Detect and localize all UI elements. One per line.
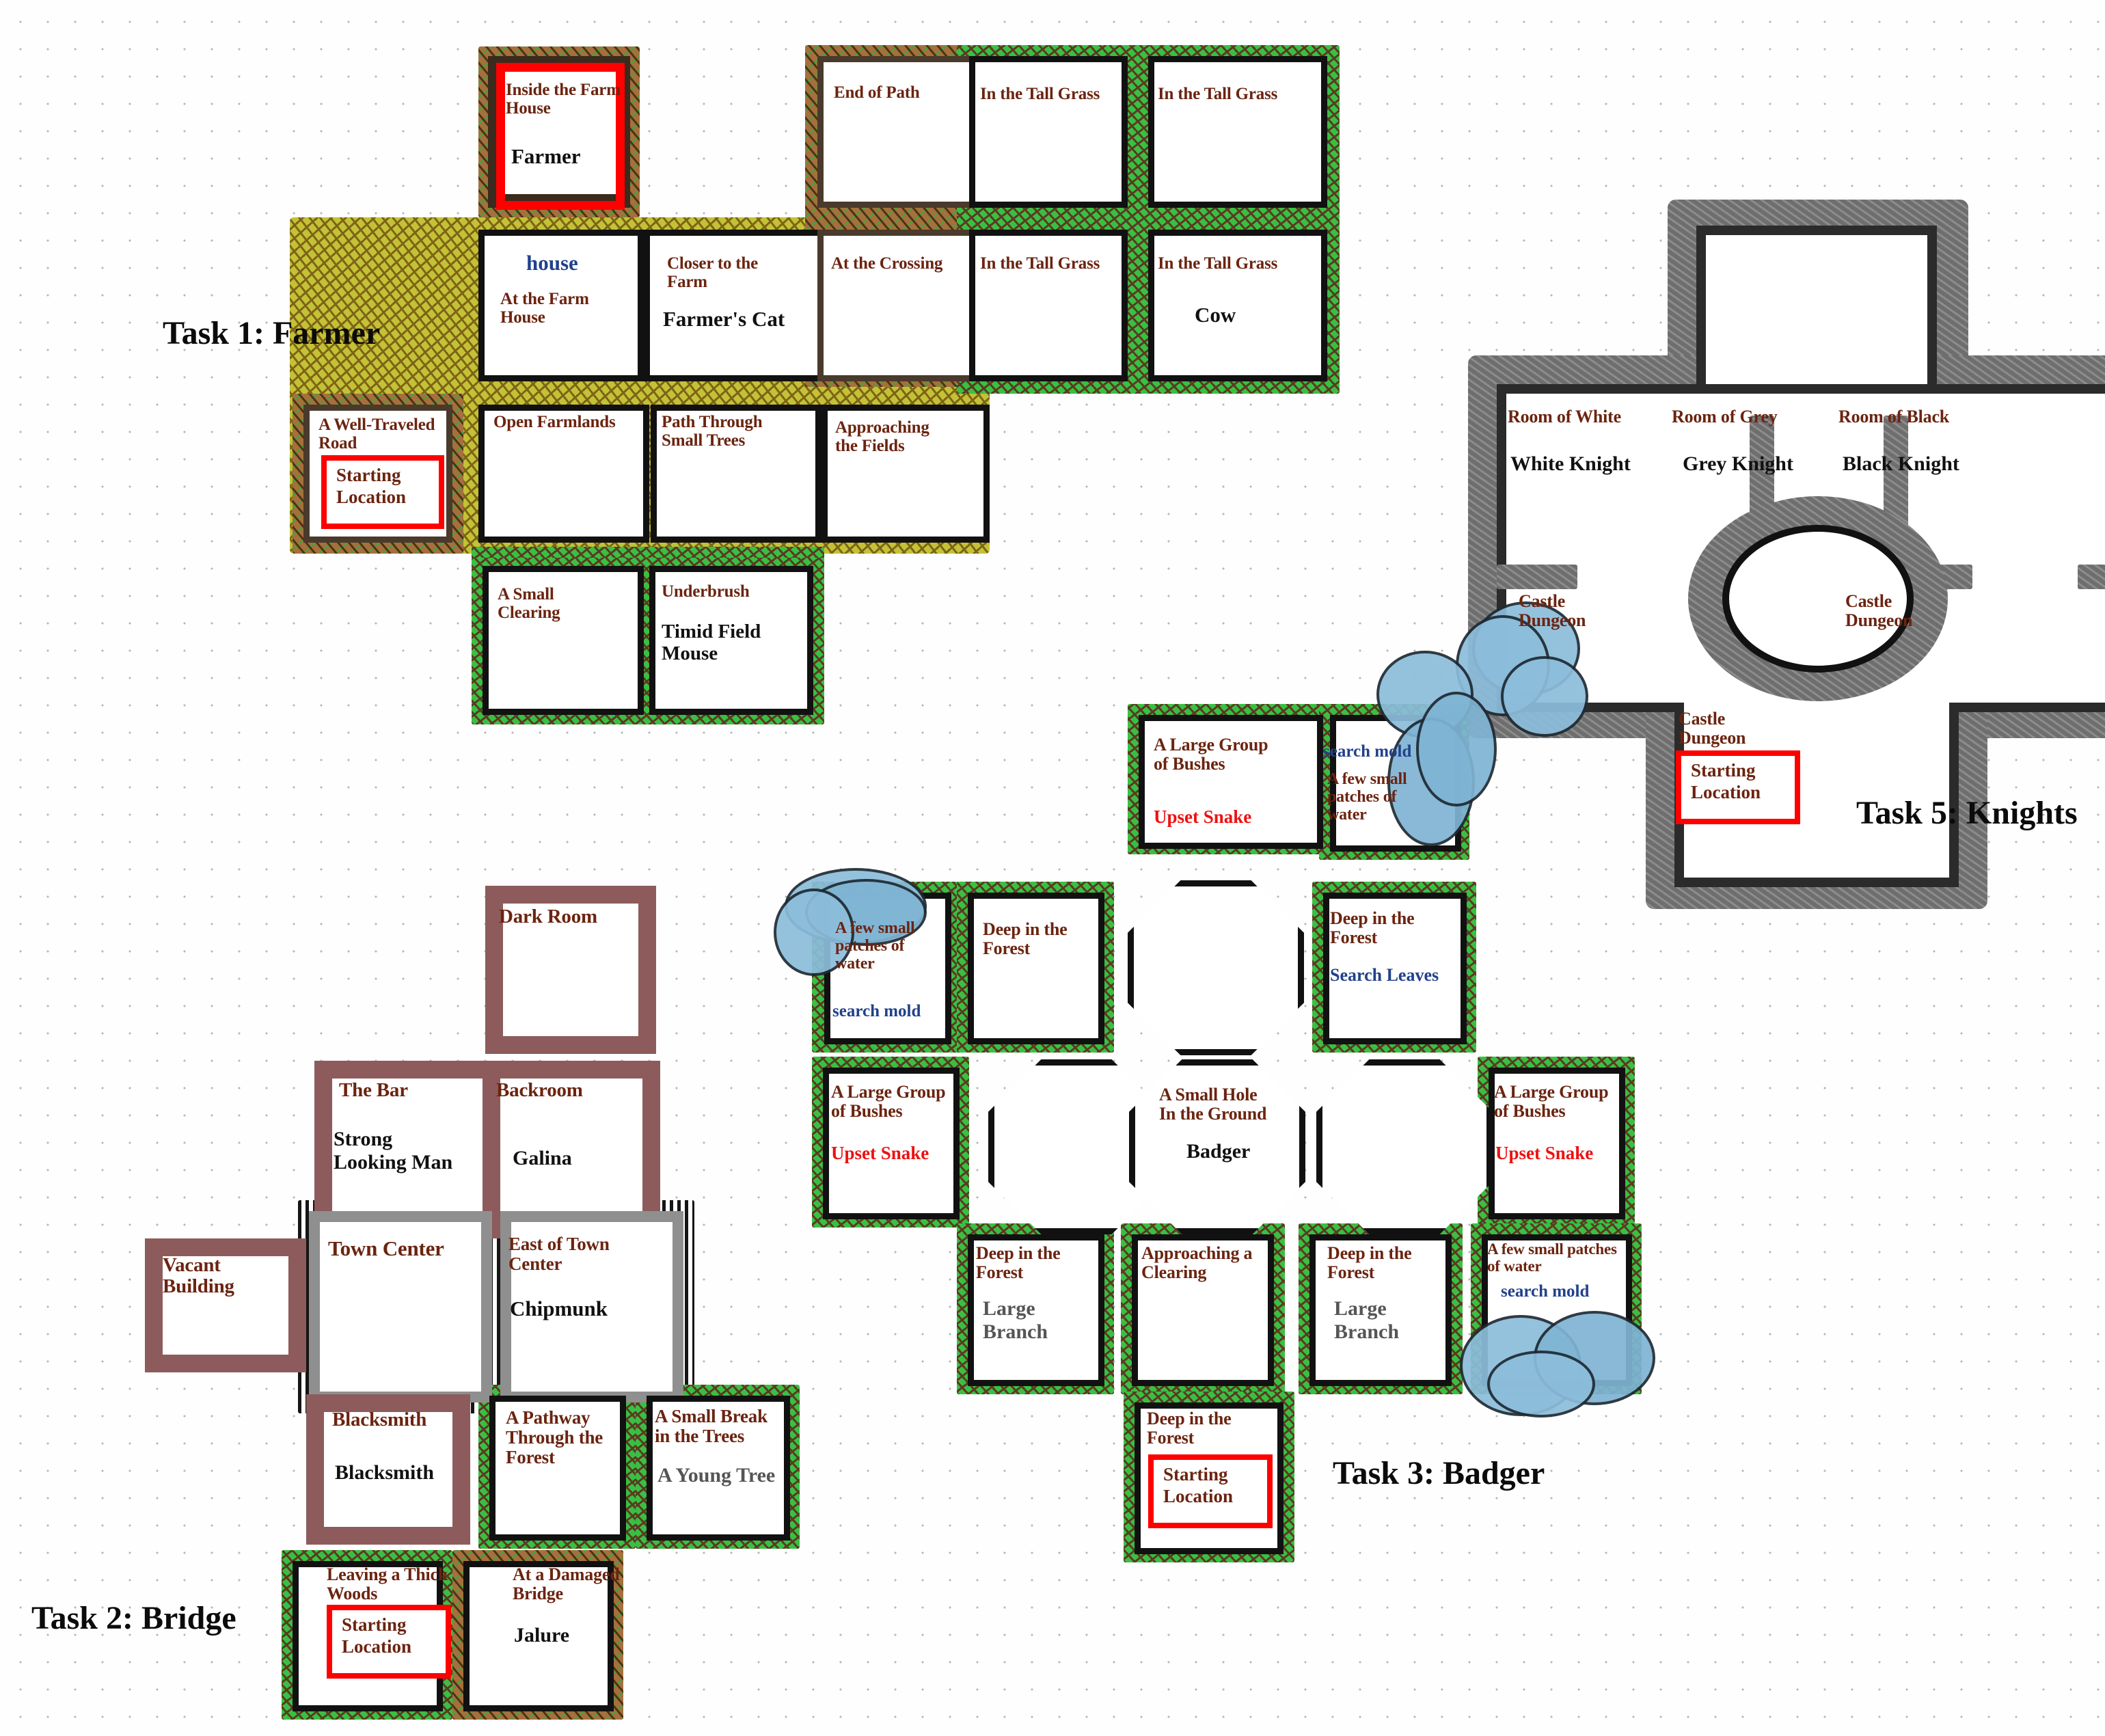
action-search-leaves[interactable]: Search Leaves <box>1330 965 1439 985</box>
water-t3-br-3 <box>1487 1351 1595 1418</box>
npc-large-branch-2: Large Branch <box>1334 1297 1400 1343</box>
room-label-room-of-black: Room of Black <box>1838 407 1950 426</box>
room-label-castle-dungeon-right: Castle Dungeon <box>1845 591 1913 631</box>
npc-upset-snake-right: Upset Snake <box>1495 1143 1594 1163</box>
action-house[interactable]: house <box>526 251 578 275</box>
task-title-farmer: Task 1: Farmer <box>163 315 381 351</box>
room-label-castle-dungeon-left: Castle Dungeon <box>1519 591 1586 631</box>
room-label-dark-room: Dark Room <box>499 906 597 927</box>
starting-location-task3: Starting Location <box>1148 1454 1273 1528</box>
room-label-a-small-clearing: A Small Clearing <box>498 585 560 622</box>
water-t3-top-3 <box>1416 692 1497 806</box>
room-label-at-a-damaged-bridge: At a Damaged Bridge <box>513 1564 620 1604</box>
room-label-deep-in-the-forest-1: Deep in the Forest <box>983 919 1068 959</box>
action-search-mold-right[interactable]: search mold <box>1501 1282 1589 1301</box>
room-label-path-through-small-trees: Path Through Small Trees <box>662 413 763 450</box>
room-label-at-the-crossing: At the Crossing <box>831 254 943 273</box>
room-label-water-patches-left: A few small patches of water <box>835 919 915 973</box>
npc-farmer: Farmer <box>511 144 581 168</box>
npc-badger: Badger <box>1186 1140 1251 1163</box>
action-search-mold-left[interactable]: search mold <box>832 1002 921 1021</box>
npc-upset-snake-top: Upset Snake <box>1154 806 1252 827</box>
room-label-inside-the-farm-house: Inside the Farm House <box>506 81 621 118</box>
room-label-water-patches-right: A few small patches of water <box>1487 1240 1617 1275</box>
room-label-in-the-tall-grass-1: In the Tall Grass <box>980 85 1100 103</box>
room-label-a-small-break-in-the-trees: A Small Break in the Trees <box>655 1406 768 1447</box>
room-label-deep-in-the-forest-4: Deep in the Forest <box>1327 1243 1412 1283</box>
room-label-leaving-a-thick-woods: Leaving a Thick Woods <box>327 1564 448 1604</box>
room-label-underbrush: Underbrush <box>662 582 750 601</box>
starting-location-task2: Starting Location <box>327 1605 451 1679</box>
npc-black-knight: Black Knight <box>1843 452 1959 475</box>
room-label-blacksmith: Blacksmith <box>332 1409 427 1430</box>
room-label-in-the-tall-grass-4: In the Tall Grass <box>1158 254 1278 273</box>
room-label-room-of-grey: Room of Grey <box>1672 407 1778 426</box>
water-castle-3 <box>1501 656 1588 737</box>
room-label-a-small-hole-in-the-ground: A Small Hole In the Ground <box>1159 1085 1267 1124</box>
room-label-room-of-white: Room of White <box>1508 407 1621 426</box>
room-label-in-the-tall-grass-2: In the Tall Grass <box>1158 85 1278 103</box>
room-in-the-tall-grass-2[interactable] <box>1148 56 1327 208</box>
room-label-bushes-right: A Large Group of Bushes <box>1494 1082 1609 1122</box>
starting-location-task5: Starting Location <box>1676 750 1800 824</box>
starting-location-task1: Starting Location <box>321 455 444 529</box>
room-label-a-well-traveled-road: A Well-Traveled Road <box>318 416 435 452</box>
room-label-east-of-town-center: East of Town Center <box>508 1234 610 1275</box>
room-label-open-farmlands: Open Farmlands <box>493 413 616 431</box>
npc-jalure: Jalure <box>514 1624 570 1646</box>
task-title-badger: Task 3: Badger <box>1333 1455 1545 1491</box>
room-label-backroom: Backroom <box>496 1079 583 1101</box>
room-label-end-of-path: End of Path <box>834 83 920 102</box>
room-label-in-the-tall-grass-3: In the Tall Grass <box>980 254 1100 273</box>
room-label-town-center: Town Center <box>328 1236 444 1260</box>
npc-grey-knight: Grey Knight <box>1683 452 1793 475</box>
room-label-vacant-building: Vacant Building <box>163 1254 234 1298</box>
wall-divider-right <box>2078 565 2105 589</box>
room-label-closer-to-the-farm: Closer to the Farm <box>667 254 759 291</box>
room-label-the-bar: The Bar <box>339 1079 408 1101</box>
action-search-mold-top[interactable]: search mold <box>1323 742 1411 761</box>
npc-farmers-cat: Farmer's Cat <box>663 307 785 331</box>
npc-strong-looking-man: Strong Looking Man <box>334 1128 453 1174</box>
npc-a-young-tree: A Young Tree <box>657 1464 776 1487</box>
room-label-deep-in-the-forest-3: Deep in the Forest <box>976 1243 1061 1283</box>
room-label-castle-dungeon-bottom: Castle Dungeon <box>1679 709 1746 748</box>
room-label-water-patches-top: A few small patches of water <box>1327 770 1407 824</box>
room-label-approaching-a-clearing: Approaching a Clearing <box>1141 1243 1253 1283</box>
room-label-bushes-left: A Large Group of Bushes <box>831 1082 946 1122</box>
npc-white-knight: White Knight <box>1510 452 1631 475</box>
npc-upset-snake-left: Upset Snake <box>831 1143 929 1163</box>
room-label-bushes-top: A Large Group of Bushes <box>1154 735 1268 774</box>
room-closer-to-the-farm[interactable] <box>644 230 827 381</box>
room-in-the-tall-grass-4[interactable] <box>1148 230 1327 381</box>
npc-timid-field-mouse: Timid Field Mouse <box>662 621 761 665</box>
room-label-deep-in-the-forest-2: Deep in the Forest <box>1330 908 1415 948</box>
npc-galina: Galina <box>513 1147 572 1169</box>
room-label-a-pathway-through-the-forest: A Pathway Through the Forest <box>506 1407 603 1468</box>
npc-blacksmith: Blacksmith <box>335 1461 435 1484</box>
wall-divider-left <box>1497 565 1577 589</box>
room-label-approaching-the-fields: Approaching the Fields <box>835 418 929 455</box>
npc-cow: Cow <box>1195 303 1236 327</box>
task-title-knights: Task 5: Knights <box>1856 795 2078 831</box>
room-deep-in-the-forest-1[interactable] <box>968 893 1104 1044</box>
room-label-deep-in-the-forest-start: Deep in the Forest <box>1147 1409 1232 1448</box>
npc-chipmunk: Chipmunk <box>510 1297 608 1320</box>
room-in-the-tall-grass-3[interactable] <box>969 230 1128 381</box>
npc-large-branch-1: Large Branch <box>983 1297 1048 1343</box>
task-title-bridge: Task 2: Bridge <box>31 1600 236 1636</box>
room-in-the-tall-grass-1[interactable] <box>969 56 1128 208</box>
room-label-at-the-farm-house: At the Farm House <box>500 290 589 327</box>
